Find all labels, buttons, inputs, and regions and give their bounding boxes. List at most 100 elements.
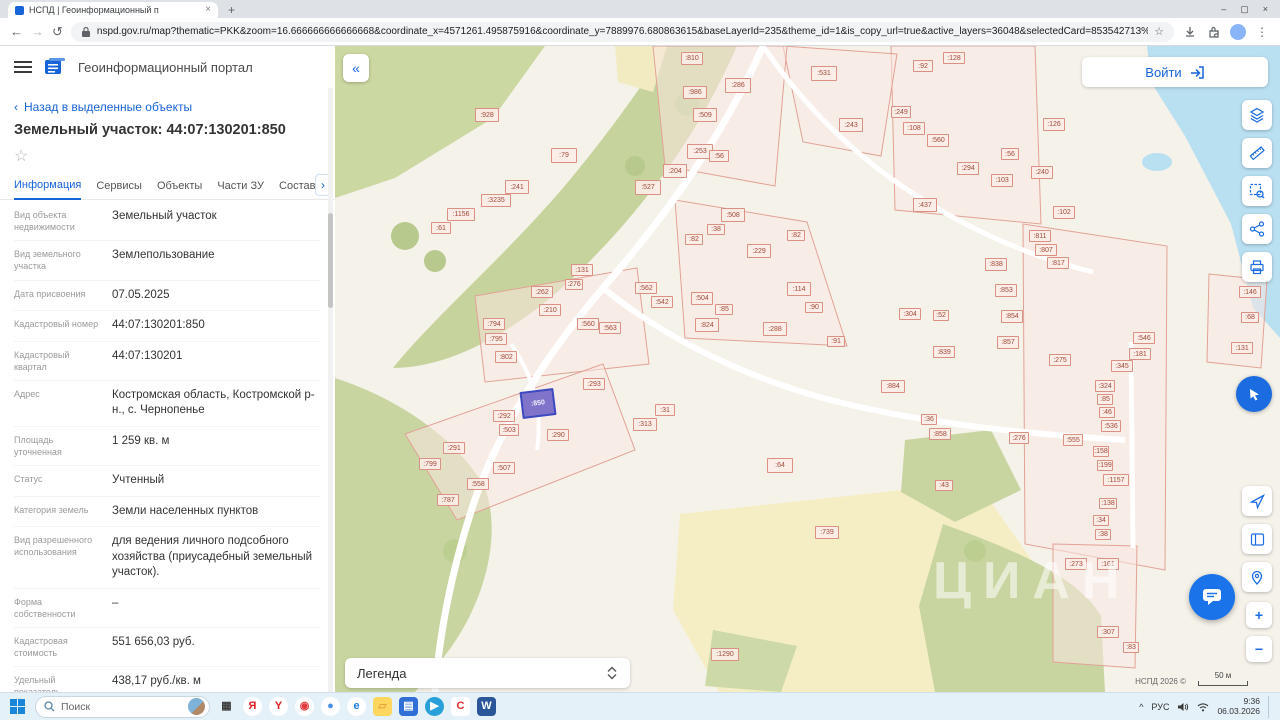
- parcel-131[interactable]: :131: [1231, 342, 1253, 354]
- parcel-79[interactable]: :79: [551, 148, 577, 163]
- parcel-46[interactable]: :46: [1099, 407, 1115, 418]
- parcel-290[interactable]: :290: [547, 429, 569, 441]
- profile-avatar[interactable]: [1230, 23, 1246, 40]
- taskbar-app-yandex[interactable]: Я: [243, 697, 262, 716]
- parcel-276[interactable]: :276: [565, 279, 583, 290]
- parcel-839[interactable]: :839: [933, 346, 955, 358]
- parcel-selected[interactable]: :850: [519, 388, 557, 419]
- parcel-241[interactable]: :241: [505, 180, 529, 194]
- parcel-739[interactable]: :739: [815, 526, 839, 539]
- parcel-36[interactable]: :36: [921, 414, 937, 425]
- show-desktop-button[interactable]: [1268, 695, 1272, 718]
- taskbar-search[interactable]: Поиск: [35, 695, 210, 718]
- parcel-324[interactable]: :324: [1095, 380, 1115, 392]
- parcel-204[interactable]: :204: [663, 164, 687, 178]
- parcel-294[interactable]: :294: [957, 162, 979, 175]
- parcel-146[interactable]: :146: [1239, 286, 1261, 298]
- parcel-83[interactable]: :83: [1123, 642, 1139, 653]
- parcel-437[interactable]: :437: [913, 198, 937, 212]
- parcel-811[interactable]: :811: [1029, 230, 1051, 242]
- parcel-1157[interactable]: :1157: [1103, 474, 1129, 486]
- print-button[interactable]: [1242, 252, 1272, 282]
- parcel-560[interactable]: :560: [577, 318, 599, 330]
- login-button[interactable]: Войти: [1082, 57, 1268, 87]
- new-tab-button[interactable]: +: [224, 4, 239, 18]
- parcel-560[interactable]: :560: [927, 134, 949, 147]
- search-highlight-thumbnail[interactable]: [188, 698, 205, 715]
- parcel-52[interactable]: :52: [933, 310, 949, 321]
- parcel-158[interactable]: :158: [1093, 446, 1109, 457]
- parcel-542[interactable]: :542: [651, 296, 673, 308]
- parcel-288[interactable]: :288: [763, 322, 787, 336]
- layers-button[interactable]: [1242, 100, 1272, 130]
- taskbar-app-red-app[interactable]: ◉: [295, 697, 314, 716]
- parcel-817[interactable]: :817: [1047, 257, 1069, 269]
- parcel-181[interactable]: :181: [1129, 348, 1151, 360]
- taskbar-app-telegram[interactable]: ▶: [425, 697, 444, 716]
- parcel-161[interactable]: :161: [1097, 558, 1119, 570]
- parcel-503[interactable]: :503: [499, 424, 519, 436]
- parcel-884[interactable]: :884: [881, 380, 905, 393]
- parcel-92[interactable]: :92: [913, 60, 933, 72]
- parcel-787[interactable]: :787: [437, 494, 459, 506]
- parcel-131[interactable]: :131: [571, 264, 593, 276]
- parcel-3235[interactable]: :3235: [481, 194, 511, 207]
- bookmark-place-button[interactable]: [1242, 562, 1272, 592]
- parcel-286[interactable]: :286: [725, 78, 751, 93]
- tab-Состав[interactable]: Состав: [279, 180, 315, 199]
- parcel-61[interactable]: :61: [431, 222, 451, 234]
- taskbar-app-yandex-browser[interactable]: Y: [269, 697, 288, 716]
- parcel-345[interactable]: :345: [1111, 360, 1133, 372]
- parcel-563[interactable]: :563: [599, 322, 621, 334]
- identify-tool-button[interactable]: [1236, 376, 1272, 412]
- parcel-291[interactable]: :291: [443, 442, 465, 454]
- parcel-794[interactable]: :794: [483, 318, 505, 330]
- parcel-508[interactable]: :508: [721, 208, 745, 222]
- tab-Части ЗУ[interactable]: Части ЗУ: [217, 180, 264, 199]
- tab-close-icon[interactable]: ×: [205, 5, 211, 15]
- browser-back-icon[interactable]: ←: [10, 25, 23, 38]
- chat-button[interactable]: [1189, 574, 1235, 620]
- parcel-68[interactable]: :68: [1241, 312, 1259, 323]
- back-to-selected-link[interactable]: ‹ Назад в выделенные объекты: [14, 100, 321, 114]
- parcel-810[interactable]: :810: [681, 52, 703, 65]
- tab-Сервисы[interactable]: Сервисы: [96, 180, 142, 199]
- parcel-853[interactable]: :853: [995, 284, 1017, 297]
- browser-forward-icon[interactable]: →: [31, 25, 44, 38]
- measure-button[interactable]: [1242, 138, 1272, 168]
- map-canvas[interactable]: :810:986:286:509:253:204:56:527:79:241:3…: [335, 46, 1280, 692]
- parcel-56[interactable]: :56: [709, 150, 729, 162]
- parcel-527[interactable]: :527: [635, 180, 661, 195]
- parcel-128[interactable]: :128: [943, 52, 965, 64]
- browser-menu-icon[interactable]: ⋮: [1254, 24, 1270, 40]
- legend-toggle[interactable]: Легенда: [345, 658, 630, 688]
- parcel-31[interactable]: :31: [655, 404, 675, 416]
- parcel-90[interactable]: :90: [805, 302, 823, 313]
- taskbar-app-edge[interactable]: e: [347, 697, 366, 716]
- parcel-249[interactable]: :249: [891, 106, 911, 118]
- parcel-273[interactable]: :273: [1065, 558, 1087, 570]
- parcel-275[interactable]: :275: [1049, 354, 1071, 366]
- taskbar-app-chrome[interactable]: ●: [321, 697, 340, 716]
- tab-Объекты[interactable]: Объекты: [157, 180, 202, 199]
- taskbar-app-task-view[interactable]: ▦: [217, 697, 236, 716]
- parcel-199[interactable]: :199: [1097, 460, 1113, 471]
- sidebar-scrollbar[interactable]: [328, 88, 333, 692]
- parcel-85[interactable]: :85: [715, 304, 733, 315]
- parcel-292[interactable]: :292: [493, 410, 515, 422]
- area-search-button[interactable]: [1242, 176, 1272, 206]
- parcel-509[interactable]: :509: [693, 108, 717, 122]
- favorite-star-icon[interactable]: ☆: [14, 146, 321, 166]
- parcel-858[interactable]: :858: [929, 428, 951, 440]
- parcel-536[interactable]: :536: [1101, 420, 1121, 432]
- tab-Информация[interactable]: Информация: [14, 179, 82, 200]
- window-close-button[interactable]: ×: [1263, 4, 1268, 14]
- parcel-799[interactable]: :799: [419, 458, 441, 470]
- parcel-103[interactable]: :103: [991, 174, 1013, 187]
- window-minimize-button[interactable]: –: [1221, 4, 1226, 14]
- parcel-262[interactable]: :262: [531, 286, 553, 298]
- parcel-504[interactable]: :504: [691, 292, 713, 305]
- start-button[interactable]: [6, 696, 28, 718]
- panels-button[interactable]: [1242, 524, 1272, 554]
- browser-reload-icon[interactable]: ↺: [52, 25, 63, 38]
